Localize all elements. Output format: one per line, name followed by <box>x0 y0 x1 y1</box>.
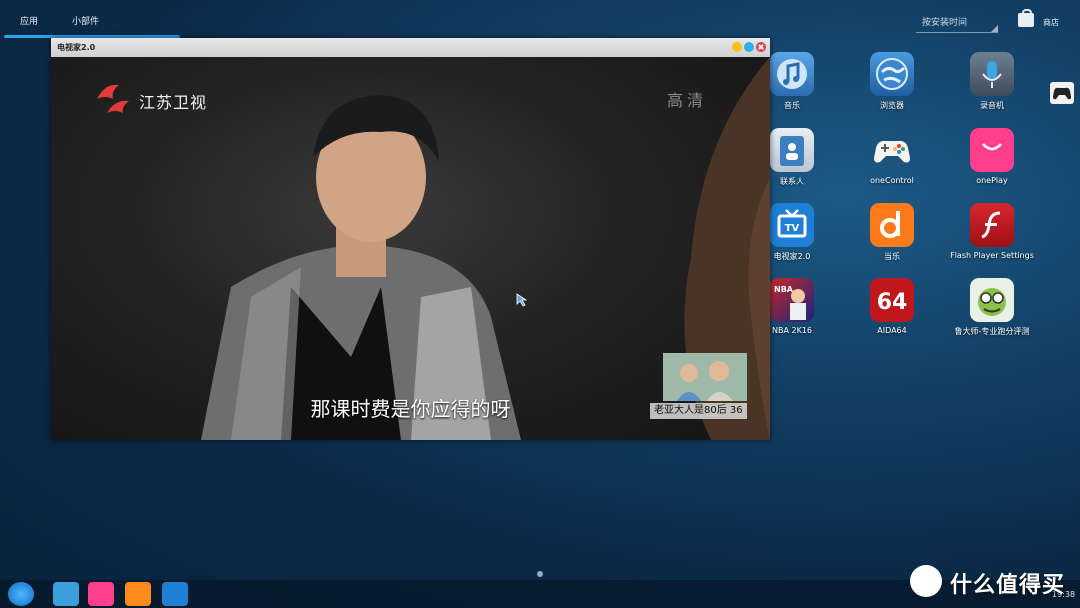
file-manager-icon[interactable] <box>53 582 79 606</box>
gamepad-shortcut-button[interactable] <box>1050 82 1074 104</box>
ludashi-icon <box>970 278 1014 322</box>
watermark-text: 什么值得买 <box>950 573 1066 598</box>
tv-icon[interactable] <box>162 582 188 606</box>
gamepad-icon <box>1053 87 1071 100</box>
svg-text:TV: TV <box>785 223 800 234</box>
sort-select[interactable]: 按安装时间 <box>916 10 998 33</box>
tv-player-window[interactable]: 电视家2.0 江苏卫视 高清 老亚大人是80后 36 那课时费是你应得的呀 <box>51 38 770 440</box>
tab-apps[interactable]: 应用 <box>20 14 38 27</box>
shopping-bag-icon <box>970 128 1014 172</box>
store-bag-icon <box>1018 9 1034 27</box>
app-aida64[interactable]: 64 AIDA64 <box>847 278 937 352</box>
window-title: 电视家2.0 <box>57 43 96 52</box>
app-label: 录音机 <box>980 101 1004 110</box>
launcher-icon[interactable] <box>8 582 34 606</box>
watermark: 什么值得买 <box>906 561 1078 601</box>
window-titlebar[interactable]: 电视家2.0 <box>51 38 770 57</box>
microphone-icon <box>970 52 1014 96</box>
nba-icon: NBA <box>770 278 814 322</box>
svg-text:64: 64 <box>877 290 908 315</box>
uc-browser-icon[interactable] <box>125 582 151 606</box>
app-recorder[interactable]: 录音机 <box>947 52 1037 126</box>
channel-name: 江苏卫视 <box>139 93 208 112</box>
aida64-icon: 64 <box>870 278 914 322</box>
dropdown-corner-icon <box>991 25 998 32</box>
video-frame[interactable]: 江苏卫视 高清 老亚大人是80后 36 那课时费是你应得的呀 <box>51 57 770 440</box>
app-flash-settings[interactable]: Flash Player Settings <box>947 203 1037 277</box>
minimize-button[interactable] <box>732 42 742 52</box>
app-dangle[interactable]: 当乐 <box>847 203 937 277</box>
watermark-logo-icon <box>910 565 942 597</box>
svg-text:NBA: NBA <box>774 285 794 294</box>
sort-select-value: 按安装时间 <box>922 18 968 28</box>
app-label: 浏览器 <box>880 101 904 110</box>
store-button[interactable]: 商店 <box>1018 9 1070 31</box>
app-label: 鲁大师-专业跑分评测 <box>954 327 1030 336</box>
subtitle: 那课时费是你应得的呀 <box>310 397 511 421</box>
contacts-icon <box>770 128 814 172</box>
app-label: AIDA64 <box>877 326 907 335</box>
maximize-button[interactable] <box>744 42 754 52</box>
close-button[interactable] <box>756 42 766 52</box>
music-icon <box>770 52 814 96</box>
app-label: 当乐 <box>884 252 900 261</box>
app-browser[interactable]: 浏览器 <box>847 52 937 126</box>
app-label: oneControl <box>870 176 914 185</box>
app-oneplay[interactable]: onePlay <box>947 128 1037 202</box>
browser-icon <box>870 52 914 96</box>
page-indicator-dot[interactable] <box>537 571 543 577</box>
oneplay-icon[interactable] <box>88 582 114 606</box>
dangle-icon <box>870 203 914 247</box>
app-label: onePlay <box>976 176 1008 185</box>
app-label: Flash Player Settings <box>950 251 1034 260</box>
hd-tag: 高清 <box>667 91 708 110</box>
top-bar: 应用 小部件 按安装时间 商店 <box>0 0 1080 40</box>
channel-mark-icon <box>97 84 129 113</box>
tv-icon: TV <box>770 203 814 247</box>
gamepad-icon <box>870 128 914 172</box>
tab-widgets[interactable]: 小部件 <box>72 14 99 27</box>
app-onecontrol[interactable]: oneControl <box>847 128 937 202</box>
store-label: 商店 <box>1043 18 1059 27</box>
flash-icon <box>970 203 1014 247</box>
mouse-cursor-icon <box>516 293 528 307</box>
channel-logo: 江苏卫视 <box>95 81 215 115</box>
app-ludashi[interactable]: 鲁大师-专业跑分评测 <box>947 278 1037 352</box>
